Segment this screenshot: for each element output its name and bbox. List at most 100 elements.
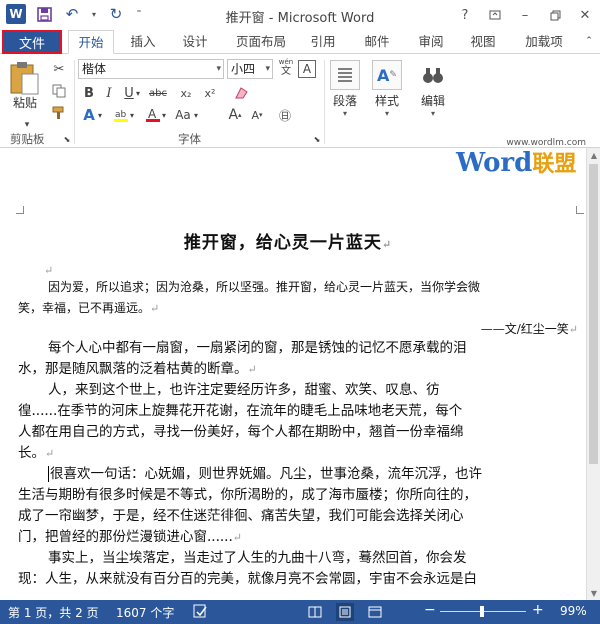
doc-line[interactable]: 徨......在季节的河床上旋舞花开花谢，在流年的睫毛上品味地老天荒，每个 [18, 401, 558, 422]
clear-formatting-icon[interactable] [232, 84, 250, 102]
proofing-icon[interactable] [192, 603, 208, 622]
cut-icon[interactable]: ✂ [50, 60, 68, 78]
help-button[interactable]: ? [450, 0, 480, 30]
minimize-icon[interactable]: – [510, 0, 540, 30]
window-controls: ? – ✕ [450, 0, 600, 30]
highlight-dropdown-icon[interactable]: ▾ [128, 106, 136, 124]
font-family-value: 楷体 [82, 62, 107, 76]
title-bar: W ↶ ▾ ↻ ⁼ 推开窗 - Microsoft Word ? – ✕ [0, 0, 600, 30]
tab-references[interactable]: 引用 [302, 30, 344, 54]
doc-line[interactable]: 成了一帘幽梦，于是，经不住迷茫徘徊、痛苦失望，我们可能会选择关闭心 [18, 506, 558, 527]
find-binoculars-icon [418, 60, 448, 90]
format-painter-icon[interactable] [50, 104, 68, 122]
character-border-icon[interactable]: A [298, 60, 316, 78]
doc-line[interactable]: 事实上，当尘埃落定，当走过了人生的九曲十八弯，蓦然回首，你会发 [48, 548, 588, 569]
tab-design[interactable]: 设计 [174, 30, 216, 54]
zoom-level[interactable]: 99% [560, 604, 587, 618]
svg-text:ab: ab [115, 110, 127, 120]
read-mode-icon[interactable] [306, 603, 324, 621]
copy-icon[interactable] [50, 82, 68, 100]
group-separator [74, 60, 75, 144]
group-separator [324, 60, 325, 144]
tab-insert[interactable]: 插入 [122, 30, 164, 54]
tab-mailings[interactable]: 邮件 [356, 30, 398, 54]
doc-line[interactable]: 人，来到这个世上，也许注定要经历许多，甜蜜、欢笑、叹息、彷 [48, 380, 588, 401]
styles-button[interactable]: A ✎ 样式 ▾ [372, 60, 402, 118]
subscript-button[interactable]: x₂ [176, 84, 196, 102]
font-family-select[interactable]: 楷体 ▾ [78, 59, 224, 79]
editing-button[interactable]: 编辑 ▾ [418, 60, 448, 118]
underline-dropdown-icon[interactable]: ▾ [134, 84, 142, 102]
tab-view[interactable]: 视图 [462, 30, 504, 54]
italic-button[interactable]: I [100, 84, 118, 102]
vertical-scrollbar[interactable]: ▲ ▼ [586, 148, 600, 600]
tab-addins[interactable]: 加载项 [516, 30, 572, 54]
text-cursor [48, 466, 49, 482]
superscript-button[interactable]: x² [200, 84, 220, 102]
paragraph-button[interactable]: 段落 ▾ [330, 60, 360, 118]
font-size-dropdown-icon: ▾ [265, 64, 270, 74]
ribbon-tabs: 文件 开始 插入 设计 页面布局 引用 邮件 审阅 视图 加载项 ⌃ [0, 30, 600, 54]
phonetic-guide-icon[interactable]: wén 文 [276, 58, 296, 77]
print-layout-icon[interactable] [336, 603, 354, 621]
scroll-down-icon[interactable]: ▼ [587, 586, 600, 600]
ribbon-display-options-icon[interactable] [480, 0, 510, 30]
doc-line[interactable]: 因为爱，所以追求；因为沧桑，所以坚强。推开窗，给心灵一片蓝天，当你学会微 [48, 277, 588, 298]
change-case-button[interactable]: Aa [172, 106, 194, 124]
tab-home[interactable]: 开始 [68, 30, 114, 54]
page-count[interactable]: 第 1 页，共 2 页 [8, 604, 99, 621]
doc-line[interactable]: 水，那是随风飘落的泛着枯黄的断章。↵ [18, 359, 558, 380]
paste-label: 粘贴 [12, 96, 37, 110]
watermark-url: www.wordlm.com [506, 138, 586, 148]
doc-author[interactable]: ——文/红尘一笑↵ [18, 319, 578, 340]
shrink-font-icon[interactable]: A ▾ [248, 106, 266, 124]
doc-line[interactable]: 门，把曾经的那份烂漫锁进心窗......↵ [18, 527, 558, 548]
enclose-characters-icon[interactable]: ㊐ [276, 106, 294, 124]
doc-line[interactable]: 人都在用自己的方式，寻找一份美好，每个人都在期盼中，翘首一份幸福绵 [18, 422, 558, 443]
zoom-in-button[interactable]: + [532, 602, 544, 618]
scrollbar-thumb[interactable] [589, 164, 598, 464]
restore-icon[interactable] [540, 0, 570, 30]
watermark-brand: Word联盟 [456, 148, 577, 178]
doc-line[interactable]: 生活与期盼有很多时候是不等式，你所渴盼的，成了海市蜃楼；你所向往的， [18, 485, 558, 506]
text-effects-dropdown-icon[interactable]: ▾ [96, 106, 104, 124]
scroll-up-icon[interactable]: ▲ [587, 148, 600, 162]
doc-line[interactable]: 长。↵ [18, 443, 558, 464]
ribbon-home: 粘贴 ▾ ✂ 剪贴板 ⬊ 楷体 ▾ 小四 ▾ wén 文 A B I U ▾ ab… [0, 54, 600, 148]
doc-line[interactable]: 每个人心中都有一扇窗，一扇紧闭的窗，那是锈蚀的记忆不愿承载的泪 [48, 338, 588, 359]
word-count[interactable]: 1607 个字 [116, 604, 174, 621]
bold-button[interactable]: B [80, 84, 98, 102]
font-color-dropdown-icon[interactable]: ▾ [160, 106, 168, 124]
grow-font-icon[interactable]: A ▴ [226, 106, 244, 124]
font-group-label: 字体 [178, 132, 201, 146]
styles-dropdown-icon: ▾ [384, 109, 389, 118]
status-bar: 第 1 页，共 2 页 1607 个字 − + 99% [0, 600, 600, 624]
zoom-slider-thumb[interactable] [480, 606, 484, 617]
styles-label: 样式 [374, 94, 399, 108]
font-size-value: 小四 [231, 62, 256, 76]
doc-line[interactable]: 很喜欢一句话：心妩媚，则世界妩媚。凡尘，世事沧桑，流年沉浮，也许 [48, 464, 588, 485]
zoom-out-button[interactable]: − [424, 602, 436, 618]
strikethrough-button[interactable]: abc [146, 84, 170, 102]
tab-review[interactable]: 审阅 [410, 30, 452, 54]
font-family-dropdown-icon: ▾ [216, 64, 221, 74]
collapse-ribbon-icon[interactable]: ⌃ [582, 30, 596, 54]
paragraph-label: 段落 [332, 94, 357, 108]
svg-text:A: A [148, 107, 157, 121]
document-title[interactable]: 推开窗，给心灵一片蓝天↵ [18, 228, 558, 253]
margin-corner-mark [576, 206, 584, 214]
font-size-select[interactable]: 小四 ▾ [227, 59, 273, 79]
watermark-logo: www.wordlm.com Word联盟 [456, 138, 586, 180]
web-layout-icon[interactable] [366, 603, 384, 621]
tab-page-layout[interactable]: 页面布局 [230, 30, 292, 54]
doc-line[interactable]: 现：人生，从来就没有百分百的完美，就像月亮不会常圆，宇宙不会永远是白 [18, 569, 558, 590]
paragraph-dropdown-icon: ▾ [342, 109, 347, 118]
close-icon[interactable]: ✕ [570, 0, 600, 30]
editing-label: 编辑 [420, 94, 445, 108]
change-case-dropdown-icon[interactable]: ▾ [192, 106, 200, 124]
paragraph-icon [330, 60, 360, 90]
tab-file[interactable]: 文件 [2, 30, 62, 54]
paste-button[interactable]: 粘贴 [8, 60, 42, 111]
doc-line[interactable]: 笑，幸福，已不再遥远。↵ [18, 298, 558, 319]
margin-corner-mark [16, 206, 24, 214]
